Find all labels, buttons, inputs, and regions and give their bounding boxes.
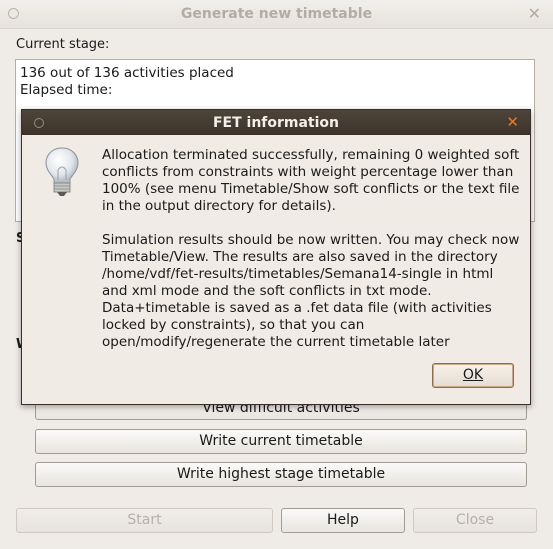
dialog-message: Allocation terminated successfully, rema… [102,147,520,368]
write-highest-stage-timetable-button[interactable]: Write highest stage timetable [35,462,527,487]
dialog-paragraph-results: Simulation results should be now written… [102,232,520,350]
stage-line-elapsed: Elapsed time: [20,82,113,98]
dialog-title: FET information [212,115,340,131]
fet-information-dialog: FET information ✕ Allocation terminated … [21,109,531,405]
write-current-timetable-button[interactable]: Write current timetable [35,429,527,454]
window-close-icon[interactable]: ✕ [528,4,541,23]
lightbulb-icon [44,146,80,202]
help-button[interactable]: Help [281,508,405,533]
stage-line-activities: 136 out of 136 activities placed [20,65,234,81]
ok-button-label: OK [462,367,484,383]
close-button[interactable]: Close [413,508,537,533]
window-titlebar: Generate new timetable ✕ [0,0,553,29]
dialog-titlebar: FET information ✕ [22,110,530,135]
window-title: Generate new timetable [180,6,373,22]
start-button[interactable]: Start [16,508,273,533]
current-stage-label: Current stage: [16,37,110,52]
dialog-paragraph-allocation: Allocation terminated successfully, rema… [102,147,520,214]
dialog-close-icon[interactable]: ✕ [506,113,519,131]
ok-button[interactable]: OK [432,363,514,388]
